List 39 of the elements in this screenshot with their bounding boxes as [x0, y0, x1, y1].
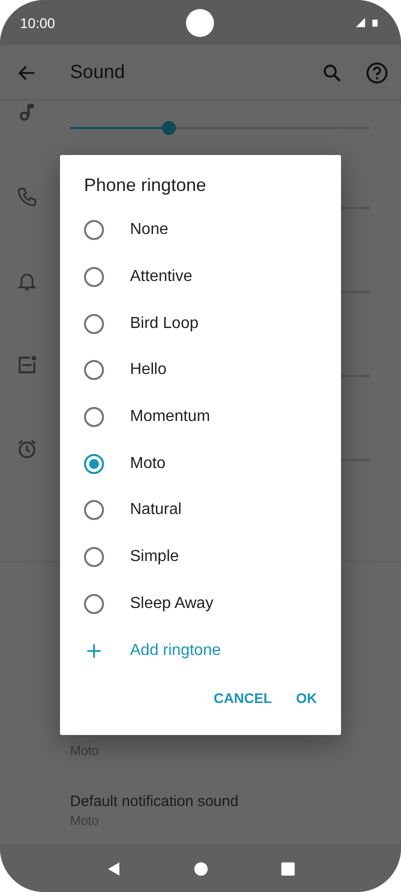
phone-icon: [16, 186, 38, 208]
camera-hole: [186, 9, 214, 37]
radio-option[interactable]: Sleep Away: [60, 580, 341, 628]
message-dot-icon: [16, 354, 38, 376]
radio-option[interactable]: Hello: [60, 347, 341, 394]
dialog-button[interactable]: OK: [288, 680, 325, 716]
radio-button[interactable]: [84, 267, 104, 288]
radio-button[interactable]: [84, 220, 104, 240]
battery-icon: [371, 16, 379, 28]
radio-option[interactable]: Bird Loop: [60, 300, 341, 348]
radio-button[interactable]: [84, 360, 104, 380]
radio-button[interactable]: [84, 454, 104, 474]
radio-button[interactable]: [84, 314, 104, 334]
back-triangle-icon[interactable]: [106, 861, 122, 877]
alarm-clock-icon: [16, 438, 38, 460]
recents-icon[interactable]: [280, 861, 296, 877]
setting-title: Default notification sound: [70, 792, 240, 812]
help-icon[interactable]: [365, 60, 389, 84]
radio-option[interactable]: Natural: [60, 487, 341, 534]
search-icon[interactable]: [321, 62, 343, 84]
radio-option[interactable]: Momentum: [60, 394, 341, 440]
radio-button[interactable]: [84, 407, 104, 428]
screen-title: Sound: [70, 62, 125, 84]
dialog-title: Phone ringtone: [83, 175, 208, 197]
radio-button[interactable]: [84, 594, 104, 614]
radio-option[interactable]: Moto: [60, 440, 341, 488]
radio-option[interactable]: None: [60, 207, 341, 254]
add-ringtone-link[interactable]: Add ringtone: [60, 627, 341, 674]
radio-button[interactable]: [84, 547, 104, 568]
signal-icon: [355, 17, 366, 28]
dialog-button[interactable]: CANCEL: [206, 680, 280, 716]
home-icon[interactable]: [192, 861, 208, 877]
radio-option[interactable]: Attentive: [60, 254, 341, 300]
slider-thumb[interactable]: [162, 121, 176, 135]
radio-button[interactable]: [84, 500, 104, 520]
radio-option[interactable]: Simple: [60, 534, 341, 580]
plus-icon: [85, 642, 103, 660]
clock-time: 10:00: [20, 14, 56, 30]
music-note-icon: [18, 102, 36, 122]
